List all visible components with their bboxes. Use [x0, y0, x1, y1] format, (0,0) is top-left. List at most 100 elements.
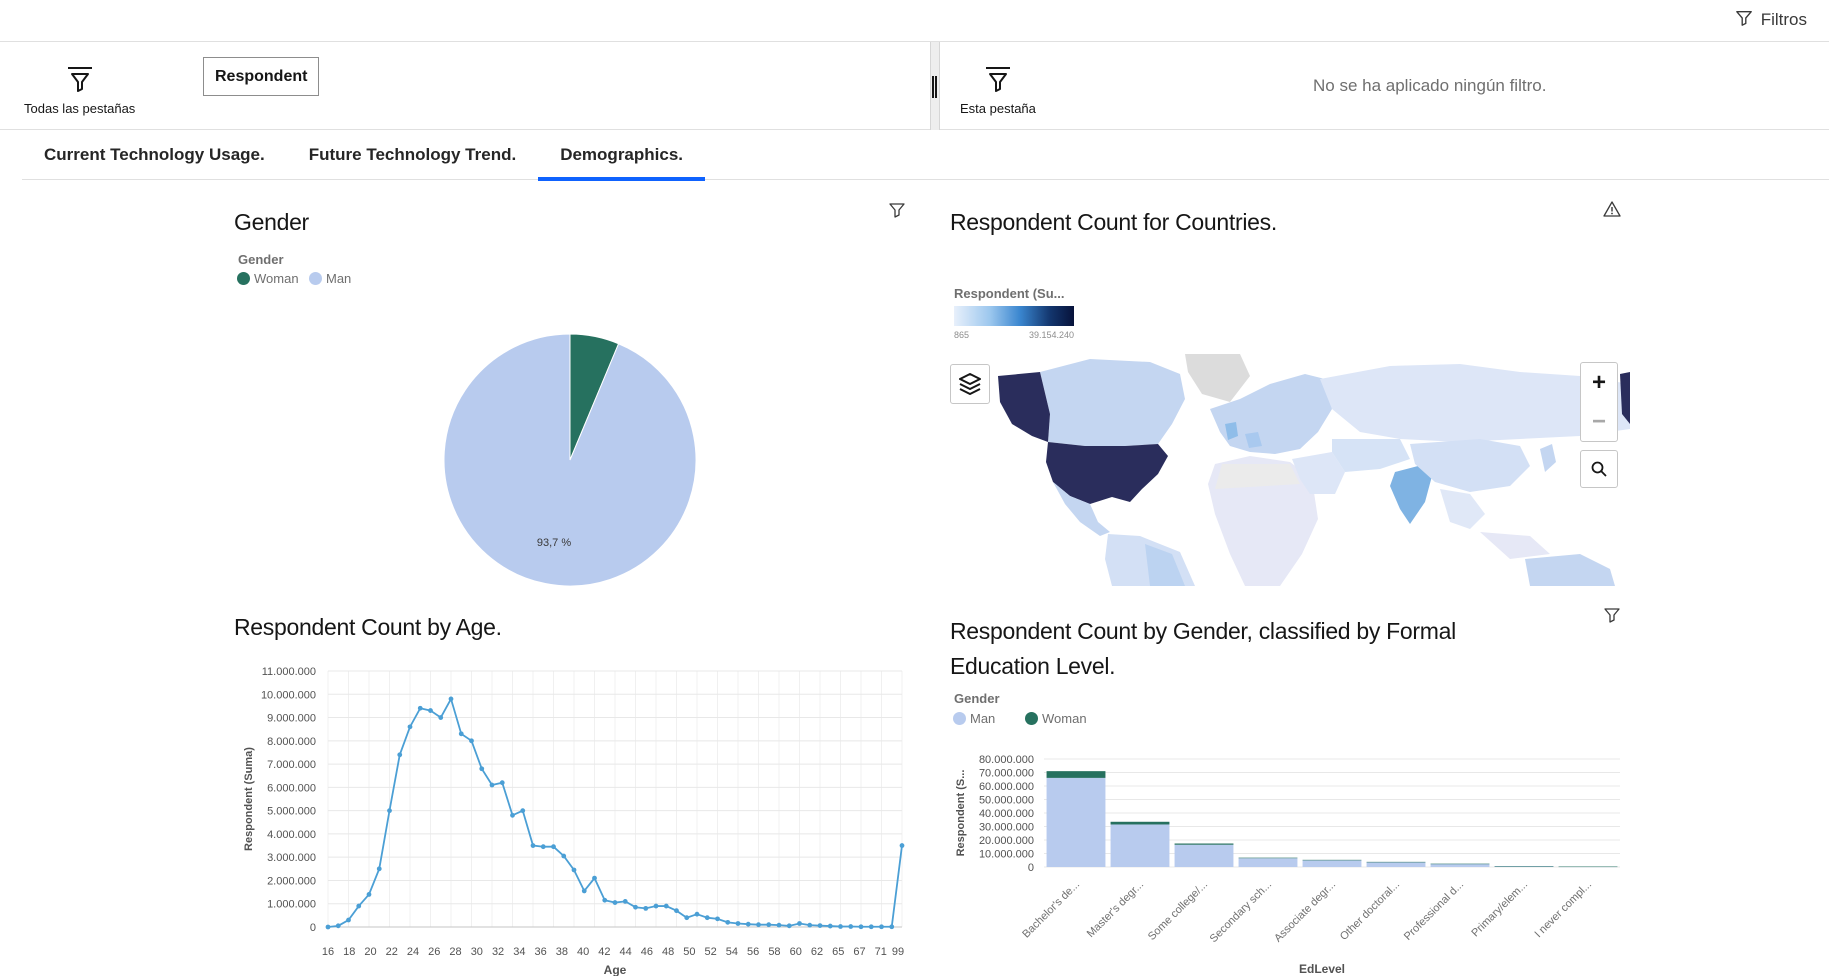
data-point — [479, 766, 485, 772]
legend-swatch — [1025, 712, 1038, 725]
y-tick-label: 0 — [310, 922, 316, 934]
respondent-filter-chip[interactable]: Respondent — [203, 57, 320, 96]
resize-handle[interactable] — [932, 76, 937, 98]
scale-max-label: 39.154.240 — [1028, 330, 1074, 340]
x-tick-label: 54 — [726, 946, 738, 958]
map-color-scale — [954, 306, 1074, 326]
scale-min-label: 865 — [954, 330, 970, 340]
data-point — [366, 892, 372, 897]
x-tick-label: 20 — [364, 946, 376, 958]
bar-man[interactable] — [1430, 863, 1490, 867]
education-bar-chart[interactable]: 010.000.000 20.000.00030.000.000 40.000.00… — [950, 740, 1630, 976]
data-point — [407, 724, 413, 730]
filter-panel: Todas las pestañas Respondent Esta pesta… — [0, 42, 1829, 130]
bar-woman[interactable] — [1558, 866, 1618, 868]
world-map[interactable]: + − — [940, 354, 1630, 586]
data-point — [551, 844, 556, 850]
bar-man[interactable] — [1174, 844, 1234, 867]
country-shape-greenland — [1185, 354, 1250, 402]
y-tick-label: 80.000.000 — [979, 754, 1034, 766]
x-axis-title: Age — [604, 963, 627, 976]
legend-item-woman[interactable]: Woman — [1025, 711, 1087, 726]
widget-filter-icon[interactable] — [1603, 606, 1621, 624]
top-toolbar: Filtros — [0, 0, 1829, 42]
x-tick-label: 48 — [662, 946, 674, 958]
legend-item-man[interactable]: Man — [953, 711, 995, 726]
data-point — [520, 808, 526, 814]
filter-icon — [983, 64, 1013, 99]
bar-man[interactable] — [1110, 824, 1170, 867]
y-tick-label: 9.000.000 — [267, 713, 316, 725]
data-point — [571, 867, 577, 873]
tab-demographics[interactable]: Demographics. — [538, 130, 705, 181]
layers-icon — [959, 373, 981, 395]
gender-pie-chart[interactable]: 93,7 % — [430, 320, 710, 600]
data-point — [889, 924, 895, 930]
tab-future-technology-trend[interactable]: Future Technology Trend. — [287, 130, 538, 180]
warning-icon[interactable] — [1603, 200, 1621, 218]
data-point — [530, 843, 536, 848]
legend-item-woman[interactable]: Woman — [237, 271, 299, 286]
x-tick-label: 99 — [892, 946, 904, 958]
bar-woman[interactable] — [1046, 771, 1106, 778]
country-shape-alaska — [998, 372, 1050, 442]
country-shape-central-asia — [1332, 439, 1410, 472]
x-tick-label: I never compl... — [1532, 879, 1594, 941]
layers-button[interactable] — [950, 364, 990, 404]
bar-woman[interactable] — [1238, 857, 1298, 859]
data-point — [428, 708, 433, 713]
age-title: Respondent Count by Age. — [234, 614, 502, 640]
legend-label: Woman — [254, 271, 299, 286]
zoom-out-button[interactable]: − — [1592, 409, 1606, 434]
data-point — [448, 696, 454, 702]
data-point — [612, 900, 618, 905]
data-point — [663, 903, 669, 909]
x-tick-label: 65 — [832, 946, 844, 958]
age-line-chart[interactable]: 0 1.000.000 2.000.000 3.000.000 4.000.000 5.0… — [230, 660, 910, 976]
bar-man[interactable] — [1302, 860, 1362, 867]
filter-icon — [65, 64, 95, 99]
x-tick-label: 56 — [747, 946, 759, 958]
data-point — [489, 782, 495, 788]
bar-woman[interactable] — [1110, 821, 1170, 825]
bar-man[interactable] — [1366, 862, 1426, 867]
y-tick-label: 10.000.000 — [979, 849, 1034, 861]
bar-man[interactable] — [1046, 777, 1106, 867]
bar-woman[interactable] — [1494, 866, 1554, 867]
zoom-in-button[interactable]: + — [1592, 370, 1606, 395]
legend-label: Man — [970, 711, 996, 726]
x-tick-label: 50 — [683, 946, 695, 958]
bar-woman[interactable] — [1430, 863, 1490, 865]
x-tick-label: 26 — [428, 946, 440, 958]
data-point — [438, 715, 444, 720]
legend-swatch — [237, 272, 250, 285]
country-shape-japan — [1540, 444, 1556, 472]
data-point — [561, 853, 567, 859]
data-point — [622, 899, 628, 904]
tab-current-technology-usage[interactable]: Current Technology Usage. — [22, 130, 287, 180]
bar-woman[interactable] — [1302, 859, 1362, 861]
map-search-button[interactable] — [1580, 450, 1618, 488]
legend-item-man[interactable]: Man — [309, 271, 351, 286]
data-point — [766, 922, 772, 928]
bar-woman[interactable] — [1366, 861, 1426, 863]
all-tabs-filter-scope[interactable]: Todas las pestañas — [24, 64, 135, 116]
pie-data-label: 93,7 % — [537, 537, 571, 549]
data-point — [735, 921, 741, 926]
data-point — [458, 731, 464, 737]
country-shape-southeast-asia — [1440, 489, 1485, 529]
zoom-controls: + − — [1580, 362, 1618, 442]
y-axis-title: Respondent (S... — [955, 770, 967, 857]
x-tick-label: Bachelor's de... — [1020, 879, 1082, 941]
data-point — [397, 752, 403, 758]
y-tick-label: 60.000.000 — [979, 781, 1034, 793]
filters-button[interactable]: Filtros — [1729, 6, 1813, 34]
bar-woman[interactable] — [1174, 843, 1234, 845]
y-tick-label: 5.000.000 — [267, 806, 316, 818]
this-tab-filter-scope[interactable]: Esta pestaña — [960, 64, 1036, 116]
data-point — [715, 916, 720, 922]
widget-filter-icon[interactable] — [888, 201, 906, 219]
x-tick-label: 30 — [471, 946, 483, 958]
x-tick-label: Some college/... — [1146, 879, 1210, 943]
bar-man[interactable] — [1238, 858, 1298, 867]
